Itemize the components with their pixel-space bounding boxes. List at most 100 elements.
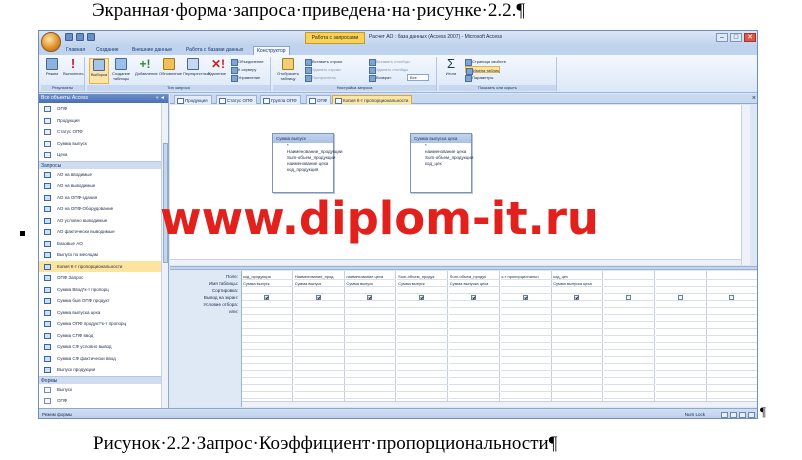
grid-cell-empty[interactable]: [500, 343, 552, 350]
doc-tab-opf-group[interactable]: Группа ОПФ: [260, 95, 301, 104]
grid-cell-sort[interactable]: [603, 287, 655, 294]
doc-tab-opf[interactable]: ОПФ: [306, 95, 332, 104]
grid-cell-empty[interactable]: [707, 385, 757, 392]
nav-item-form[interactable]: ОПФ: [39, 395, 168, 407]
grid-cell-empty[interactable]: [603, 315, 655, 322]
tab-database-tools[interactable]: Работа с базами данных: [183, 46, 246, 55]
nav-item-query[interactable]: АО фактически выводимые: [39, 226, 168, 238]
nav-pane-collapse-icon[interactable]: « ◄: [156, 94, 165, 103]
grid-cell-show[interactable]: [603, 294, 655, 301]
field-list-title[interactable]: Сумма выпуска цеха: [411, 134, 471, 143]
grid-cell-sort[interactable]: [345, 287, 397, 294]
insert-rows-button[interactable]: Вставить строки: [305, 58, 342, 66]
grid-cell-empty[interactable]: [345, 343, 397, 350]
grid-cell-field[interactable]: [655, 273, 707, 280]
grid-cell-show[interactable]: [293, 294, 345, 301]
show-table-button[interactable]: Отобразить таблицу: [275, 58, 301, 84]
nav-item-query[interactable]: АО на ОПФ-здания: [39, 192, 168, 204]
grid-cell-sort[interactable]: [448, 287, 500, 294]
grid-cell-empty[interactable]: [655, 350, 707, 357]
grid-cell-empty[interactable]: [707, 357, 757, 364]
grid-cell-empty[interactable]: [242, 350, 293, 357]
nav-scrollbar[interactable]: [161, 103, 168, 408]
sql-view-icon[interactable]: [739, 412, 746, 418]
grid-cell-field[interactable]: Sum-объем_продук: [448, 273, 500, 280]
grid-cell-empty[interactable]: [448, 329, 500, 336]
grid-cell-empty[interactable]: [345, 329, 397, 336]
grid-cell-criteria[interactable]: [707, 301, 757, 308]
delete-query-button[interactable]: ✕! Удаление: [207, 58, 227, 84]
nav-item-query[interactable]: Копия К-т пропорциональности: [39, 260, 168, 272]
tab-external-data[interactable]: Внешние данные: [129, 46, 175, 55]
grid-cell-empty[interactable]: [603, 336, 655, 343]
redo-icon[interactable]: [87, 33, 95, 41]
nav-item-query[interactable]: Сумма СПФ ввод: [39, 330, 168, 342]
grid-cell-sort[interactable]: [500, 287, 552, 294]
grid-cell-empty[interactable]: [448, 350, 500, 357]
grid-cell-criteria[interactable]: [448, 301, 500, 308]
grid-cell-empty[interactable]: [293, 336, 345, 343]
grid-cell-empty[interactable]: [242, 357, 293, 364]
grid-cell-show[interactable]: [397, 294, 449, 301]
grid-cell-empty[interactable]: [500, 378, 552, 385]
grid-cell-empty[interactable]: [500, 336, 552, 343]
builder-button[interactable]: Построитель: [305, 74, 336, 82]
grid-cell-criteria[interactable]: [500, 301, 552, 308]
nav-pane-header[interactable]: Все объекты Access « ◄: [39, 94, 168, 103]
grid-cell-table[interactable]: Сумма выпуск: [293, 280, 345, 287]
grid-cell-empty[interactable]: [655, 392, 707, 399]
grid-cell-empty[interactable]: [293, 343, 345, 350]
nav-item-query[interactable]: Базовые АО: [39, 238, 168, 250]
show-checkbox[interactable]: [419, 295, 425, 300]
grid-cell-empty[interactable]: [397, 343, 449, 350]
tab-home[interactable]: Главная: [63, 46, 88, 55]
parameters-button[interactable]: Параметры: [465, 74, 493, 82]
grid-cell-empty[interactable]: [603, 364, 655, 371]
grid-cell-empty[interactable]: [655, 329, 707, 336]
select-query-button[interactable]: Выборка: [89, 58, 109, 84]
grid-cell-empty[interactable]: [242, 364, 293, 371]
grid-cell-empty[interactable]: [293, 350, 345, 357]
grid-cell-empty[interactable]: [655, 371, 707, 378]
show-checkbox[interactable]: [264, 295, 269, 300]
grid-cell-empty[interactable]: [500, 322, 552, 329]
nav-item-query[interactable]: ОПФ Запрос: [39, 272, 168, 284]
tab-create[interactable]: Создание: [93, 46, 122, 55]
show-checkbox[interactable]: [470, 295, 476, 300]
grid-cell-field[interactable]: Наименование_прод: [293, 273, 345, 280]
grid-cell-empty[interactable]: [293, 371, 345, 378]
grid-cell-empty[interactable]: [603, 343, 655, 350]
grid-cell-empty[interactable]: [448, 343, 500, 350]
nav-item-query[interactable]: АО на ОПФ-Оборудование: [39, 203, 168, 215]
doc-tab-products[interactable]: Продукция: [174, 95, 212, 104]
undo-icon[interactable]: [76, 33, 84, 41]
run-button[interactable]: ! Выполнить: [63, 57, 84, 84]
grid-cell-empty[interactable]: [500, 371, 552, 378]
grid-cell-field[interactable]: [707, 273, 757, 280]
grid-cell-empty[interactable]: [552, 364, 604, 371]
pivot-view-icon[interactable]: [730, 412, 737, 418]
grid-cell-field[interactable]: код_продукция: [242, 273, 293, 280]
grid-cell-empty[interactable]: [707, 364, 757, 371]
grid-cell-empty[interactable]: [345, 385, 397, 392]
doc-tab-opf-status[interactable]: Статус ОПФ: [216, 95, 257, 104]
delete-rows-button[interactable]: Удалить строки: [305, 66, 341, 74]
grid-cell-empty[interactable]: [448, 378, 500, 385]
append-button[interactable]: +! Добавление: [135, 58, 158, 84]
grid-cell-empty[interactable]: [397, 357, 449, 364]
show-checkbox[interactable]: [522, 295, 528, 300]
grid-cell-or[interactable]: [552, 308, 604, 315]
grid-cell-criteria[interactable]: [552, 301, 604, 308]
grid-cell-show[interactable]: [500, 294, 552, 301]
data-definition-button[interactable]: Управление: [231, 74, 260, 82]
grid-cell-empty[interactable]: [397, 392, 449, 399]
grid-cell-or[interactable]: [603, 308, 655, 315]
grid-cell-empty[interactable]: [448, 357, 500, 364]
grid-cell-empty[interactable]: [552, 385, 604, 392]
grid-cell-empty[interactable]: [345, 378, 397, 385]
grid-cell-empty[interactable]: [397, 385, 449, 392]
grid-cell-empty[interactable]: [242, 371, 293, 378]
grid-cell-empty[interactable]: [500, 329, 552, 336]
grid-cell-empty[interactable]: [707, 315, 757, 322]
grid-cell-empty[interactable]: [242, 392, 293, 399]
